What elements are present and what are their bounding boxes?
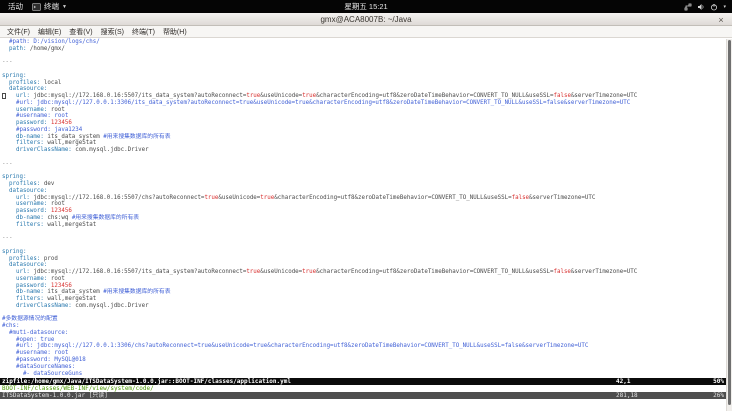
editor-line: #- dataSourceGuns	[2, 370, 83, 377]
editor-line: db-name: its_data_system #用来搜集数据库的所有表	[2, 289, 171, 296]
editor-line: path: /home/gmx/	[2, 45, 65, 52]
terminal-icon	[32, 2, 41, 11]
menu-item[interactable]: 文件(F)	[3, 27, 34, 37]
statusline-scroll-percent: 26%	[713, 392, 724, 399]
editor-line: #url: jdbc:mysql://127.0.0.1:3306/its_da…	[2, 99, 631, 106]
clock[interactable]: 星期五 15:21	[344, 1, 387, 12]
editor-line: driverClassName: com.mysql.jdbc.Driver	[2, 147, 149, 154]
editor-line: username: root	[2, 201, 65, 208]
editor-line: profiles: local	[2, 79, 62, 86]
editor-line: spring:	[2, 72, 27, 79]
editor-line: spring:	[2, 248, 27, 255]
editor-line: #chs:	[2, 323, 20, 330]
editor-line: #password: java1234	[2, 126, 83, 133]
editor-line: ---	[2, 59, 13, 66]
editor-line: datasource:	[2, 187, 48, 194]
menu-item[interactable]: 搜索(S)	[97, 27, 128, 37]
terminal-window: #path: D:/vision/logs/chs/ path: /home/g…	[0, 38, 732, 412]
statusline-cursor-position: 281,18	[616, 392, 638, 399]
volume-icon	[698, 3, 704, 10]
editor-line: driverClassName: com.mysql.jdbc.Driver	[2, 302, 149, 309]
editor-line: profiles: dev	[2, 181, 55, 188]
editor-line: password: 123456	[2, 120, 72, 127]
desktop: 活动 终端 ▼ 星期五 15:21 ▾ gmx@ACA8007B: ~/Java…	[0, 0, 732, 412]
gnome-top-bar: 活动 终端 ▼ 星期五 15:21 ▾	[0, 0, 732, 13]
menu-item[interactable]: 编辑(E)	[34, 27, 65, 37]
editor-line: username: root	[2, 106, 65, 113]
caret-down-icon: ▾	[723, 3, 726, 10]
editor-line: db-name: its_data_system #用来搜集数据库的所有表	[2, 133, 171, 140]
vim-statusline-inactive: ITSDataSystem-1.0.0.jar [只读] 281,18 26%	[0, 392, 732, 399]
system-status-area[interactable]: ▾	[684, 3, 732, 11]
editor-line: ---	[2, 160, 13, 167]
editor-line: ---	[2, 235, 13, 242]
editor-line: profiles: prod	[2, 255, 58, 262]
editor-line: #username: root	[2, 113, 69, 120]
close-icon[interactable]: ×	[715, 13, 727, 26]
network-icon	[685, 3, 692, 10]
editor-line: username: root	[2, 275, 65, 282]
editor-line: filters: wall,mergeStat	[2, 221, 97, 228]
editor-line: datasource:	[2, 262, 48, 269]
editor-line: #多数据源情况的配置	[2, 316, 58, 323]
editor-line: #muti-datasource:	[2, 329, 69, 336]
editor-line: #url: jdbc:mysql://127.0.0.1:3306/chs?au…	[2, 343, 589, 350]
app-menu-terminal[interactable]: 终端 ▼	[32, 1, 67, 12]
editor-line: #password: MySQL@018	[2, 356, 86, 363]
editor-line: filters: wall,mergeStat	[2, 296, 97, 303]
window-title: gmx@ACA8007B: ~/Java	[320, 14, 412, 24]
statusline-filename: ITSDataSystem-1.0.0.jar [只读]	[2, 392, 108, 399]
netrw-directory-line[interactable]: BOOT-INF/classes/WEB-INF/view/system/cod…	[0, 385, 732, 392]
terminal-scrollbar[interactable]	[726, 39, 732, 411]
editor-line: #dataSourceNames:	[2, 363, 76, 370]
menu-item[interactable]: 查看(V)	[65, 27, 96, 37]
vim-editor-text[interactable]: #path: D:/vision/logs/chs/ path: /home/g…	[0, 38, 732, 378]
window-title-bar[interactable]: gmx@ACA8007B: ~/Java ×	[0, 13, 732, 26]
statusline-scroll-percent: 50%	[713, 378, 724, 385]
editor-line: url: jdbc:mysql://172.168.0.16:5507/chs?…	[2, 194, 596, 201]
editor-line: url: jdbc:mysql://172.168.0.16:5507/its_…	[2, 93, 732, 100]
vim-statusline-active: zipfile:/home/gmx/Java/ITSDataSystem-1.0…	[0, 378, 732, 385]
editor-line: #open: true	[2, 336, 55, 343]
scrollbar-thumb[interactable]	[728, 40, 731, 405]
vim-command-line[interactable]	[0, 399, 732, 412]
menu-item[interactable]: 终端(T)	[128, 27, 159, 37]
editor-line: #username: root	[2, 350, 69, 357]
statusline-cursor-position: 42,1	[616, 378, 631, 385]
chevron-down-icon: ▼	[62, 3, 67, 10]
statusline-filename: zipfile:/home/gmx/Java/ITSDataSystem-1.0…	[2, 378, 291, 385]
editor-line: #path: D:/vision/logs/chs/	[2, 39, 100, 45]
app-menu-label: 终端	[44, 2, 59, 11]
menu-item[interactable]: 帮助(H)	[159, 27, 191, 37]
terminal-menu-bar: 文件(F) 编辑(E) 查看(V) 搜索(S) 终端(T) 帮助(H)	[0, 26, 732, 38]
activities-button[interactable]: 活动	[8, 1, 23, 12]
editor-line: url: jdbc:mysql://172.168.0.16:5507/its_…	[2, 269, 638, 276]
editor-line: datasource:	[2, 86, 48, 93]
power-icon	[711, 3, 718, 10]
editor-line: password: 123456	[2, 208, 72, 215]
editor-line: db-name: chs:wq #用来搜集数据库的所有表	[2, 214, 140, 221]
editor-line: filters: wall,mergeStat	[2, 140, 97, 147]
editor-line: spring:	[2, 174, 27, 181]
